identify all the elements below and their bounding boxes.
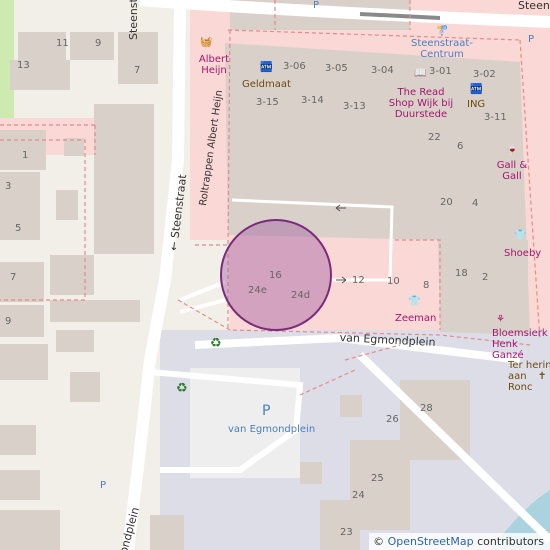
poi-shoeby[interactable]: Shoeby [504, 248, 541, 259]
house-number: 2 [482, 272, 489, 283]
street-steenstraat-ne: Steen [518, 0, 550, 12]
house-number: 8 [423, 280, 430, 291]
house-number: 3-06 [283, 61, 306, 72]
house-number: 3-15 [256, 97, 279, 108]
house-number: 16 [269, 270, 282, 281]
street-steenstraat-top: Steenstraat → [127, 0, 140, 40]
house-number: 3 [5, 181, 12, 192]
building-9 [56, 190, 78, 220]
map-view[interactable]: Steenstraat → ← Steenstraat Steen van Eg… [0, 0, 550, 550]
building-8 [64, 138, 84, 156]
house-number: 18 [455, 268, 468, 279]
house-number: 3-11 [484, 112, 507, 123]
house-number: 24 [352, 490, 365, 501]
house-number: 3-01 [429, 66, 452, 77]
building-22 [320, 500, 360, 550]
parking-icon-ne: P [313, 0, 320, 11]
building-5 [94, 104, 154, 254]
house-number: 24d [291, 290, 311, 301]
recycling-icon: ♻ [210, 336, 222, 351]
clothes-icon: 👕 [514, 230, 527, 241]
poi-gall-gall[interactable]: Gall & Gall [496, 160, 528, 182]
building-2 [70, 32, 114, 60]
atm-icon: 🏧 [260, 62, 273, 73]
house-number: 26 [386, 414, 399, 425]
poi-albert-heijn[interactable]: Albert Heijn [196, 54, 232, 76]
attribution: © OpenStreetMap contributors [369, 533, 550, 550]
house-number: 3-04 [371, 65, 394, 76]
basket-icon: 🧺 [200, 37, 213, 48]
building-23 [150, 515, 184, 550]
house-number: 7 [134, 65, 141, 76]
house-number: 28 [420, 403, 433, 414]
poi-zeeman[interactable]: Zeeman [395, 313, 436, 324]
parking-icon-ne2: P [528, 34, 535, 45]
poi-read-shop[interactable]: The Read Shop Wijk bij Duurstede [386, 87, 456, 120]
house-number: 22 [428, 132, 441, 143]
parking-icon: P [262, 403, 271, 419]
bottle-icon: 🍷 [506, 146, 519, 157]
building-18 [0, 470, 40, 500]
house-number: 5 [15, 223, 22, 234]
poi-bus-stop[interactable]: Steenstraat-Centrum [410, 38, 474, 60]
osm-link[interactable]: OpenStreetMap [388, 535, 474, 548]
poi-bloemsierkunst[interactable]: Bloemsierk Henk Ganzé [492, 328, 550, 361]
house-number: 10 [387, 276, 400, 287]
house-number: 23 [340, 527, 353, 538]
house-number: 7 [10, 272, 17, 283]
building-11 [0, 262, 44, 302]
poi-ter-herinnering[interactable]: Ter herin aan Ronc [508, 360, 550, 393]
house-number: 11 [56, 38, 69, 49]
building-14 [56, 330, 94, 352]
house-number: 4 [472, 198, 479, 209]
building-10 [50, 255, 94, 295]
building-17 [0, 425, 36, 455]
building-25 [300, 462, 322, 484]
building-19 [0, 510, 60, 550]
building-16 [70, 372, 100, 402]
house-number: 3-14 [301, 95, 324, 106]
bus-stop-icon: 🚏 [436, 26, 449, 37]
copyright-symbol: © [373, 535, 385, 548]
poi-geldmaat[interactable]: Geldmaat [242, 79, 291, 90]
building-15 [0, 344, 48, 380]
house-number: 9 [5, 316, 12, 327]
attribution-suffix: contributors [477, 535, 544, 548]
building-24 [340, 395, 362, 417]
house-number: 6 [457, 141, 464, 152]
house-number: 20 [440, 197, 453, 208]
building-13 [50, 300, 140, 322]
parking-icon-sw: P [100, 480, 107, 491]
house-number: 9 [95, 38, 102, 49]
book-icon: 📖 [414, 68, 427, 79]
flower-icon: ⚘ [496, 314, 505, 325]
house-number: 1 [22, 150, 29, 161]
house-number: 24e [248, 285, 267, 296]
house-number: 3-13 [343, 101, 366, 112]
recycling-icon-2: ♻ [176, 381, 188, 396]
house-number: 12 [352, 275, 365, 286]
poi-ing[interactable]: ING [467, 99, 485, 110]
clothes-icon-zeeman: 👕 [408, 296, 421, 307]
house-number: 3-02 [473, 69, 496, 80]
house-number: 3-05 [325, 63, 348, 74]
house-number: 13 [17, 60, 30, 71]
poi-parking-egmondplein[interactable]: van Egmondplein [228, 424, 315, 435]
house-number: 25 [371, 473, 384, 484]
atm-icon-ing: 🏧 [470, 84, 483, 95]
